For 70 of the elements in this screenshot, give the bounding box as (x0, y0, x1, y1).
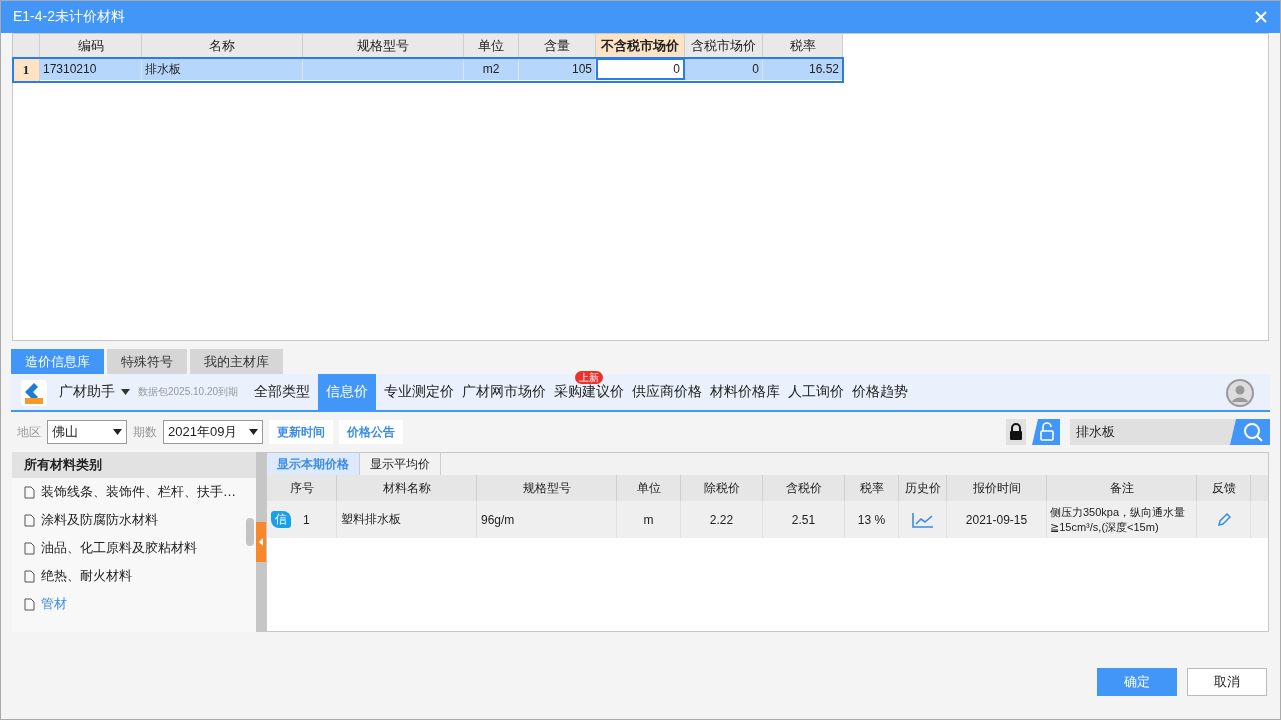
nav-tab[interactable]: 供应商价格 (628, 374, 707, 410)
line-chart-icon[interactable] (911, 511, 934, 528)
table-cell: 2.22 (681, 501, 763, 538)
search-icon[interactable] (1230, 419, 1270, 445)
table-cell: 16.52 (763, 58, 843, 80)
cancel-button[interactable]: 取消 (1187, 668, 1267, 696)
document-icon (24, 597, 35, 611)
table-cell: m2 (464, 58, 519, 80)
table-cell: 0 (685, 58, 763, 80)
dropdown[interactable]: 佛山 (47, 420, 127, 444)
table-cell: 侧压力350kpa，纵向通水量≧15cm³/s,(深度<15m) (1047, 501, 1197, 538)
tab[interactable]: 特殊符号 (107, 349, 187, 374)
column-header[interactable]: 名称 (142, 34, 303, 58)
row-number: 1 (13, 58, 40, 82)
logo-icon (21, 380, 47, 406)
column-header[interactable]: 编码 (40, 34, 142, 58)
filter-label: 地区 (17, 423, 41, 441)
nav-tab[interactable]: 专业测定价 (380, 374, 459, 410)
unlock-icon[interactable] (1032, 419, 1060, 445)
nav-tab[interactable]: 广材网市场价 (458, 374, 551, 410)
table-cell: 2021-09-15 (947, 501, 1047, 538)
table-cell: 1 (303, 512, 310, 527)
category-item[interactable]: 绝热、耐火材料 (12, 562, 256, 590)
caret-icon[interactable] (249, 429, 258, 435)
column-header[interactable]: 含量 (519, 34, 596, 58)
category-item[interactable]: 装饰线条、装饰件、栏杆、扶手… (12, 478, 256, 506)
close-icon[interactable] (1254, 10, 1268, 24)
column-header[interactable]: 单位 (464, 34, 519, 58)
avatar-icon[interactable] (1226, 379, 1254, 407)
pencil-icon[interactable] (1216, 512, 1231, 527)
table-cell: 13 % (845, 501, 899, 538)
new-badge: 上新 (575, 371, 604, 384)
document-icon (24, 485, 35, 499)
scrollbar-thumb[interactable] (246, 518, 254, 546)
table-row[interactable]: 1 17310210 排水板 m2 105 0 0 16.52 (13, 58, 843, 82)
category-header: 所有材料类别 (12, 452, 256, 478)
nav-tab[interactable]: 材料价格库 (706, 374, 785, 410)
caret-icon[interactable] (113, 429, 122, 435)
collapse-handle[interactable] (256, 522, 266, 562)
lock-icon[interactable] (1006, 419, 1026, 445)
tab[interactable]: 我的主材库 (190, 349, 283, 374)
table-cell: 2.51 (763, 501, 845, 538)
table-cell: m (617, 501, 681, 538)
document-icon (24, 513, 35, 527)
search-field[interactable]: 排水板 (1070, 419, 1270, 445)
table-cell: 17310210 (40, 58, 142, 80)
nav-tab[interactable]: 价格趋势 (848, 374, 913, 410)
dropdown[interactable]: 2021年09月 (163, 420, 263, 444)
info-tag: 信 (271, 511, 291, 528)
window-title: E1-4-2未计价材料 (13, 8, 127, 26)
nav-tab[interactable]: 人工询价 (784, 374, 849, 410)
table-cell: 排水板 (142, 58, 303, 80)
column-header[interactable]: 含税市场价 (685, 34, 763, 58)
data-package-note: 数据包2025.10.20到期 (138, 385, 239, 399)
input-field[interactable]: 0 (596, 58, 685, 80)
column-header[interactable]: 税率 (763, 34, 843, 58)
category-item[interactable]: 涂料及防腐防水材料 (12, 506, 256, 534)
filter-button[interactable]: 价格公告 (339, 420, 403, 444)
category-item[interactable]: 油品、化工原料及胶粘材料 (12, 534, 256, 562)
assistant-name[interactable]: 广材助手 (59, 383, 115, 401)
caret-icon[interactable] (121, 389, 130, 395)
document-icon (24, 569, 35, 583)
table-cell: 105 (519, 58, 596, 80)
nav-tab[interactable]: 全部类型 (250, 374, 315, 410)
document-icon (24, 541, 35, 555)
table-cell: 96g/m (477, 501, 617, 538)
table-cell: 塑料排水板 (337, 501, 477, 538)
column-header[interactable]: 规格型号 (303, 34, 464, 58)
filter-label: 期数 (133, 423, 157, 441)
column-header[interactable]: 不含税市场价 (596, 34, 685, 58)
